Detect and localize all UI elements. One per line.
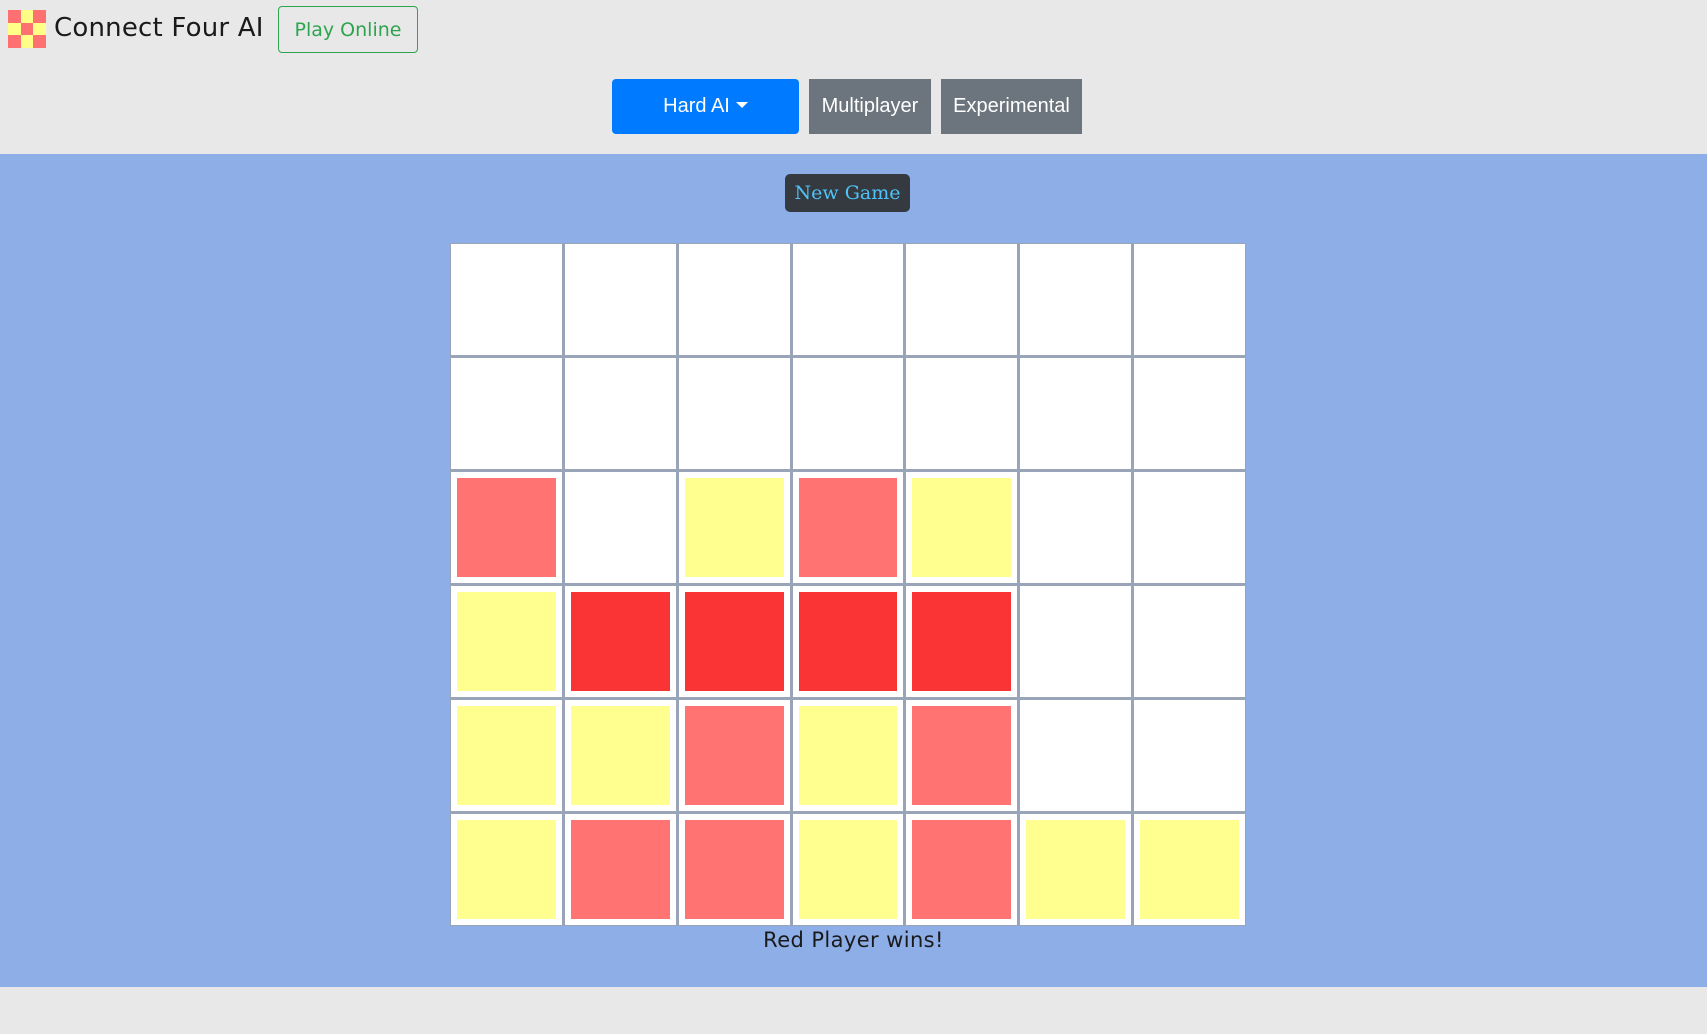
board-cell[interactable] bbox=[792, 586, 904, 697]
red-piece bbox=[684, 706, 784, 805]
logo-square bbox=[8, 35, 21, 48]
board-cell[interactable] bbox=[1134, 472, 1245, 583]
logo-square bbox=[33, 22, 46, 36]
yellow-piece bbox=[457, 820, 556, 919]
red-piece bbox=[570, 820, 670, 919]
yellow-piece bbox=[1026, 820, 1126, 919]
board-cell[interactable] bbox=[906, 814, 1018, 925]
yellow-piece bbox=[570, 706, 670, 805]
board-cell[interactable] bbox=[906, 472, 1018, 583]
red-winning-piece bbox=[912, 592, 1012, 691]
play-area: New Game Red Player wins! bbox=[0, 154, 1707, 987]
logo-square bbox=[33, 35, 46, 48]
board-cell[interactable] bbox=[1020, 472, 1132, 583]
board-cell[interactable] bbox=[1134, 244, 1245, 355]
yellow-piece bbox=[457, 592, 556, 691]
yellow-piece bbox=[798, 706, 898, 805]
board-cell[interactable] bbox=[564, 814, 676, 925]
red-piece bbox=[457, 478, 556, 577]
board-cell[interactable] bbox=[1020, 814, 1132, 925]
yellow-piece bbox=[798, 820, 898, 919]
red-winning-piece bbox=[570, 592, 670, 691]
board-cell[interactable] bbox=[678, 472, 790, 583]
red-piece bbox=[912, 820, 1012, 919]
board-cell[interactable] bbox=[451, 244, 562, 355]
board-cell[interactable] bbox=[792, 358, 904, 469]
experimental-button[interactable]: Experimental bbox=[941, 79, 1082, 134]
board-cell[interactable] bbox=[564, 244, 676, 355]
board-cell[interactable] bbox=[1134, 814, 1245, 925]
board-cell[interactable] bbox=[1020, 358, 1132, 469]
board-cell[interactable] bbox=[678, 586, 790, 697]
top-bar: Connect Four AI Play Online bbox=[0, 0, 1707, 58]
board-cell[interactable] bbox=[451, 358, 562, 469]
yellow-piece bbox=[1140, 820, 1239, 919]
hard-ai-label: Hard AI bbox=[663, 95, 730, 117]
board-cell[interactable] bbox=[1020, 586, 1132, 697]
board-cell[interactable] bbox=[906, 586, 1018, 697]
logo-square bbox=[20, 22, 34, 36]
board-cell[interactable] bbox=[678, 700, 790, 811]
logo-square bbox=[8, 22, 21, 36]
yellow-piece bbox=[684, 478, 784, 577]
board-cell[interactable] bbox=[678, 814, 790, 925]
app-title: Connect Four AI bbox=[54, 13, 264, 43]
game-board bbox=[450, 243, 1246, 926]
red-piece bbox=[912, 706, 1012, 805]
board-cell[interactable] bbox=[564, 586, 676, 697]
board-cell[interactable] bbox=[564, 358, 676, 469]
board-cell[interactable] bbox=[792, 244, 904, 355]
board-cell[interactable] bbox=[906, 700, 1018, 811]
play-online-button[interactable]: Play Online bbox=[278, 6, 418, 53]
red-piece bbox=[798, 478, 898, 577]
logo-square bbox=[20, 35, 34, 48]
checker-logo-icon bbox=[8, 10, 46, 48]
board-cell[interactable] bbox=[792, 700, 904, 811]
multiplayer-button[interactable]: Multiplayer bbox=[809, 79, 931, 134]
board-cell[interactable] bbox=[564, 700, 676, 811]
board-cell[interactable] bbox=[451, 814, 562, 925]
logo-square bbox=[20, 10, 34, 23]
caret-down-icon bbox=[735, 101, 748, 108]
board-cell[interactable] bbox=[451, 472, 562, 583]
board-cell[interactable] bbox=[1020, 244, 1132, 355]
board-cell[interactable] bbox=[906, 244, 1018, 355]
board-cell[interactable] bbox=[906, 358, 1018, 469]
game-status: Red Player wins! bbox=[763, 928, 944, 952]
logo-square bbox=[8, 10, 21, 23]
board-cell[interactable] bbox=[1134, 700, 1245, 811]
board-cell[interactable] bbox=[1134, 358, 1245, 469]
yellow-piece bbox=[457, 706, 556, 805]
board-cell[interactable] bbox=[451, 700, 562, 811]
yellow-piece bbox=[912, 478, 1012, 577]
logo-square bbox=[33, 10, 46, 23]
mode-selector: Hard AI Multiplayer Experimental bbox=[0, 79, 1707, 134]
board-cell[interactable] bbox=[451, 586, 562, 697]
hard-ai-dropdown-button[interactable]: Hard AI bbox=[612, 79, 799, 134]
board-cell[interactable] bbox=[792, 814, 904, 925]
board-cell[interactable] bbox=[678, 244, 790, 355]
red-piece bbox=[684, 820, 784, 919]
board-cell[interactable] bbox=[564, 472, 676, 583]
board-cell[interactable] bbox=[678, 358, 790, 469]
board-cell[interactable] bbox=[1020, 700, 1132, 811]
board-cell[interactable] bbox=[1134, 586, 1245, 697]
red-winning-piece bbox=[798, 592, 898, 691]
new-game-button[interactable]: New Game bbox=[785, 174, 910, 212]
board-cell[interactable] bbox=[792, 472, 904, 583]
red-winning-piece bbox=[684, 592, 784, 691]
